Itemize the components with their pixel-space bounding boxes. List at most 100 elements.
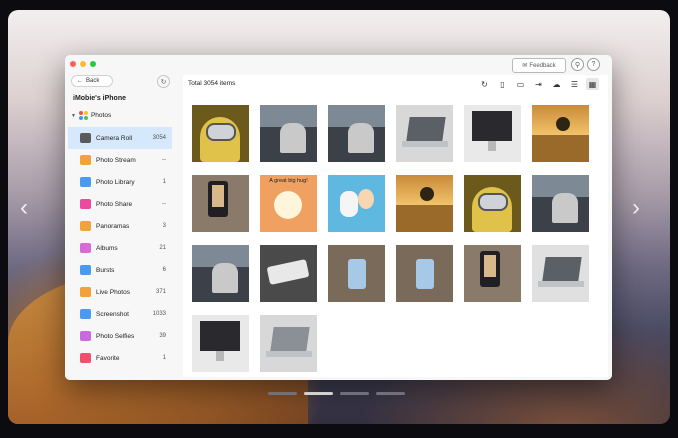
photo-thumbnail-macbook[interactable] bbox=[532, 245, 589, 302]
back-button[interactable]: ← Back bbox=[71, 75, 113, 87]
sidebar-item-camera-roll[interactable]: Camera Roll 3054 bbox=[68, 127, 172, 149]
live-photos-icon bbox=[80, 287, 91, 297]
sidebar-item-label: Photo Selfies bbox=[96, 332, 135, 340]
sidebar: ← Back ↻ iMobie's iPhone ▼ Photos Camera… bbox=[65, 71, 177, 380]
photo-thumbnail-macbook[interactable] bbox=[260, 315, 317, 372]
photo-thumbnail-tree-field[interactable] bbox=[396, 175, 453, 232]
list-view-icon[interactable]: ☰ bbox=[568, 78, 581, 90]
sidebar-item-label: Photo Library bbox=[96, 178, 135, 186]
total-items-label: Total 3054 items bbox=[188, 80, 236, 87]
photo-thumbnail-phone-hand[interactable] bbox=[192, 175, 249, 232]
pagination-dot[interactable] bbox=[304, 392, 333, 395]
sidebar-item-count: 21 bbox=[159, 245, 166, 251]
sidebar-item-count: 1033 bbox=[152, 311, 166, 317]
sidebar-item-label: Favorite bbox=[96, 354, 120, 362]
photo-browser: Total 3054 items ↻ ▯ ▭ ⇥ ☁ ☰ ▦ A great b… bbox=[183, 75, 608, 377]
close-window-icon[interactable] bbox=[70, 61, 76, 67]
device-name: iMobie's iPhone bbox=[73, 95, 127, 102]
selfie-icon bbox=[80, 331, 91, 341]
sidebar-item-live-photos[interactable]: Live Photos 371 bbox=[68, 281, 172, 303]
minimize-window-icon[interactable] bbox=[80, 61, 86, 67]
photos-app-icon bbox=[78, 111, 88, 120]
sidebar-item-photo-stream[interactable]: Photo Stream -- bbox=[68, 149, 172, 171]
sidebar-item-label: Screenshot bbox=[96, 310, 129, 318]
pagination-dot[interactable] bbox=[340, 392, 369, 395]
sidebar-item-screenshot[interactable]: Screenshot 1033 bbox=[68, 303, 172, 325]
photo-thumbnail-cartoon-hug[interactable]: A great big hug! bbox=[260, 175, 317, 232]
photo-thumbnail-phone-table[interactable] bbox=[260, 245, 317, 302]
photo-library-icon bbox=[80, 177, 91, 187]
sidebar-item-label: Photo Stream bbox=[96, 156, 136, 164]
photo-thumbnail-imac[interactable] bbox=[464, 105, 521, 162]
sidebar-item-count: 3054 bbox=[152, 135, 166, 141]
photos-section-header[interactable]: ▼ Photos bbox=[71, 111, 111, 120]
sidebar-item-photo-share[interactable]: Photo Share -- bbox=[68, 193, 172, 215]
photos-section-label: Photos bbox=[90, 112, 112, 119]
export-to-pc-icon[interactable]: ▭ bbox=[514, 78, 527, 90]
sidebar-item-label: Photo Share bbox=[96, 200, 133, 208]
feedback-label: Feedback bbox=[529, 62, 556, 69]
bursts-icon bbox=[80, 265, 91, 275]
panorama-icon bbox=[80, 221, 91, 231]
feedback-button[interactable]: ✉ Feedback bbox=[512, 58, 566, 73]
sidebar-list: Camera Roll 3054 Photo Stream -- Photo Libra… bbox=[68, 127, 172, 369]
photo-thumbnail-cafe-man[interactable] bbox=[192, 245, 249, 302]
photo-thumbnail-cafe-man[interactable] bbox=[328, 105, 385, 162]
window-controls bbox=[70, 61, 96, 67]
import-icon[interactable]: ⇥ bbox=[532, 78, 545, 90]
upload-icon[interactable]: ☁ bbox=[550, 78, 563, 90]
sidebar-item-count: -- bbox=[162, 201, 166, 207]
mail-icon: ✉ bbox=[522, 63, 528, 69]
sidebar-item-count: 39 bbox=[159, 333, 166, 339]
sidebar-item-photo-library[interactable]: Photo Library 1 bbox=[68, 171, 172, 193]
heart-icon bbox=[80, 353, 91, 363]
photo-thumbnail-minion[interactable] bbox=[192, 105, 249, 162]
sidebar-item-photo-selfies[interactable]: Photo Selfies 39 bbox=[68, 325, 172, 347]
photo-thumbnail-cafe-man[interactable] bbox=[532, 175, 589, 232]
sidebar-item-label: Bursts bbox=[96, 266, 115, 274]
sidebar-item-albums[interactable]: Albums 21 bbox=[68, 237, 172, 259]
sidebar-item-label: Panoramas bbox=[96, 222, 130, 230]
photo-thumbnail-cafe-man[interactable] bbox=[260, 105, 317, 162]
next-slide-icon[interactable]: › bbox=[632, 196, 640, 220]
sidebar-item-label: Albums bbox=[96, 244, 118, 252]
app-window: ✉ Feedback ⚲ ? ← Back ↻ iMobie's iPhone … bbox=[65, 55, 612, 380]
sidebar-item-count: 371 bbox=[155, 289, 166, 295]
photo-thumbnail-phone-hold[interactable] bbox=[396, 245, 453, 302]
sidebar-item-favorite[interactable]: Favorite 1 bbox=[68, 347, 172, 369]
pagination-dot[interactable] bbox=[376, 392, 405, 395]
photo-thumbnail-phone-hold[interactable] bbox=[328, 245, 385, 302]
sidebar-item-count: 1 bbox=[162, 355, 166, 361]
photo-thumbnail-snoopy[interactable] bbox=[328, 175, 385, 232]
sidebar-item-count: 1 bbox=[162, 179, 166, 185]
sidebar-item-label: Live Photos bbox=[96, 288, 130, 296]
sidebar-item-panoramas[interactable]: Panoramas 3 bbox=[68, 215, 172, 237]
photo-stream-icon bbox=[80, 155, 91, 165]
search-icon[interactable]: ⚲ bbox=[571, 58, 584, 71]
share-icon bbox=[80, 199, 91, 209]
photo-thumbnail-macbook[interactable] bbox=[396, 105, 453, 162]
photo-thumbnail-tree-field[interactable] bbox=[532, 105, 589, 162]
photo-caption: A great big hug! bbox=[269, 178, 308, 184]
photo-thumbnail-minion[interactable] bbox=[464, 175, 521, 232]
maximize-window-icon[interactable] bbox=[90, 61, 96, 67]
back-label: Back bbox=[86, 78, 100, 84]
previous-slide-icon[interactable]: ‹ bbox=[20, 196, 28, 220]
slide-pagination bbox=[268, 392, 405, 395]
sidebar-item-count: 3 bbox=[162, 223, 166, 229]
help-icon[interactable]: ? bbox=[587, 58, 600, 71]
albums-icon bbox=[80, 243, 91, 253]
refresh-device-icon[interactable]: ↻ bbox=[157, 75, 170, 88]
sidebar-item-bursts[interactable]: Bursts 6 bbox=[68, 259, 172, 281]
toolbar: ↻ ▯ ▭ ⇥ ☁ ☰ ▦ bbox=[478, 78, 599, 90]
grid-view-icon[interactable]: ▦ bbox=[586, 78, 599, 90]
photo-thumbnail-imac[interactable] bbox=[192, 315, 249, 372]
export-to-device-icon[interactable]: ▯ bbox=[496, 78, 509, 90]
pagination-dot[interactable] bbox=[268, 392, 297, 395]
collapse-triangle-icon[interactable]: ▼ bbox=[71, 113, 76, 119]
screenshot-icon bbox=[80, 309, 91, 319]
photo-thumbnail-phone-hand[interactable] bbox=[464, 245, 521, 302]
back-arrow-icon: ← bbox=[77, 78, 83, 84]
sidebar-item-count: 6 bbox=[162, 267, 166, 273]
refresh-icon[interactable]: ↻ bbox=[478, 78, 491, 90]
